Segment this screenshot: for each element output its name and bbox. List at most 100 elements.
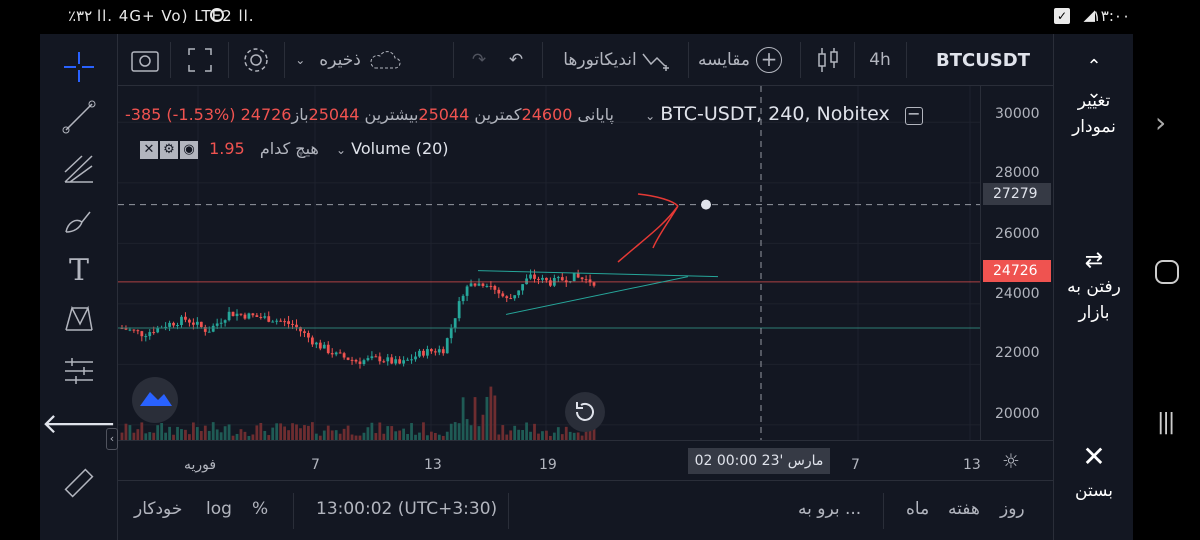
candle-body <box>271 321 275 323</box>
range-day-button[interactable]: روز <box>1000 499 1025 519</box>
chevron-right-icon[interactable]: › <box>1155 106 1166 139</box>
interval-button[interactable]: 4h <box>860 34 900 86</box>
goto-date-button[interactable]: برو به ... <box>798 499 861 519</box>
candle-body <box>310 337 314 345</box>
sun-icon[interactable]: ☼ <box>1002 449 1020 473</box>
auto-scale-button[interactable]: خودکار <box>134 499 182 519</box>
volume-bar <box>144 433 148 440</box>
volume-bar <box>386 426 390 440</box>
volume-bar <box>239 429 243 440</box>
range-month-button[interactable]: ماه <box>906 499 929 519</box>
volume-bar <box>469 425 473 440</box>
volume-bar <box>394 431 398 440</box>
right-panel: ⌃ ⌄ تغییر نمودار ⇄ رفتن به بازار ✕ بستن <box>1053 34 1133 540</box>
volume-value: 1.95 <box>209 139 245 158</box>
volume-chevron-icon[interactable]: ⌄ <box>336 143 346 157</box>
price-label: 30000 <box>995 106 1040 122</box>
save-button[interactable]: ⌄ ذخیره <box>288 34 408 86</box>
volume-bar <box>120 432 124 440</box>
candle-body <box>580 277 584 280</box>
candle-body <box>148 332 152 337</box>
close-icon[interactable]: ✕ <box>1054 443 1134 471</box>
time-axis[interactable]: فوریه 7 13 19 7 13 02 مارس '23 00:00 ☼ <box>118 440 1053 480</box>
brush-icon[interactable] <box>58 200 100 242</box>
collapse-handle-icon[interactable]: ‹ <box>106 428 118 450</box>
volume-bar <box>322 430 326 440</box>
indicators-button[interactable]: اندیکاتورها <box>552 34 682 86</box>
change-chart-button[interactable]: تغییر نمودار <box>1054 88 1134 140</box>
compare-label: مقایسه <box>698 50 750 70</box>
fullscreen-icon[interactable] <box>180 34 220 86</box>
candle-body <box>406 359 409 361</box>
compare-button[interactable]: مقایسه + <box>694 34 786 86</box>
volume-bar <box>299 428 302 440</box>
camera-icon[interactable] <box>126 34 164 86</box>
volume-bar <box>552 432 556 440</box>
volume-legend: ✕ ⚙ ◉ هیچ کدام 1.95 ⌄ Volume (20) <box>140 139 449 159</box>
volume-bar <box>465 419 469 440</box>
fib-icon[interactable] <box>58 148 100 190</box>
volume-bar <box>429 431 433 440</box>
remove-icon[interactable]: ✕ <box>140 140 158 159</box>
text-tool-icon[interactable]: T <box>58 249 100 291</box>
clock: ۱۳:۰۰ <box>1092 7 1130 25</box>
candle-body <box>457 301 461 319</box>
ohlc-legend: -385 (-1.53%) 24726 پایانی 24600کمترین 25… <box>125 103 923 125</box>
volume-bar <box>199 430 203 440</box>
back-arrow-icon[interactable]: 🡐 <box>41 402 116 444</box>
candle-body <box>489 285 493 287</box>
volume-bar <box>263 430 267 440</box>
candle-body <box>592 282 596 286</box>
candle-body <box>275 320 279 322</box>
settings-icon[interactable] <box>236 34 276 86</box>
percent-scale-button[interactable]: % <box>252 499 268 519</box>
candle-body <box>295 324 298 328</box>
range-week-button[interactable]: هفته <box>948 499 980 519</box>
symbol-button[interactable]: BTCUSDT <box>918 34 1048 86</box>
settings-small-icon[interactable]: ⚙ <box>160 140 178 159</box>
pattern-icon[interactable] <box>58 298 100 340</box>
candle-body <box>513 295 517 299</box>
go-market-button[interactable]: رفتن به بازار <box>1054 274 1134 326</box>
volume-bar <box>303 425 306 440</box>
volume-bar <box>568 431 572 440</box>
candle-body <box>374 356 378 358</box>
candle-body <box>477 283 481 286</box>
candle-body <box>314 342 318 345</box>
recents-icon[interactable]: ||| <box>1157 410 1175 435</box>
time-label: 13 <box>963 457 981 473</box>
volume-bar <box>334 430 338 440</box>
close-value: 24726 <box>240 105 292 124</box>
redo-icon[interactable]: ↷ <box>463 34 495 86</box>
trend-line-icon[interactable] <box>58 96 100 138</box>
volume-bar <box>215 429 219 440</box>
eye-icon[interactable]: ◉ <box>180 140 198 159</box>
log-scale-button[interactable]: log <box>206 499 232 519</box>
candle-body <box>556 277 560 279</box>
system-nav-bar: › ||| <box>1133 34 1200 540</box>
volume-bar <box>128 425 132 440</box>
legend-chevron-icon[interactable]: ⌄ <box>645 109 655 123</box>
volume-bar <box>243 431 247 440</box>
candle-body <box>215 323 219 326</box>
measure-icon[interactable] <box>58 350 100 392</box>
timezone-clock[interactable]: 13:00:02 (UTC+3:30) <box>316 499 497 519</box>
candle-body <box>537 278 540 280</box>
candle-body <box>493 286 497 290</box>
swap-icon[interactable]: ⇄ <box>1054 248 1134 274</box>
time-label: 19 <box>539 457 557 473</box>
close-button[interactable]: بستن <box>1054 478 1134 504</box>
candle-body <box>548 280 552 286</box>
ruler-icon[interactable] <box>58 462 100 504</box>
candles-icon[interactable] <box>808 34 848 86</box>
candle-body <box>247 313 251 319</box>
home-icon[interactable] <box>1155 260 1179 284</box>
price-axis[interactable]: 30000 28000 26000 24000 22000 20000 2727… <box>980 86 1053 440</box>
candle-body <box>235 313 239 317</box>
undo-icon[interactable]: ↶ <box>500 34 532 86</box>
collapse-icon[interactable]: − <box>904 105 923 125</box>
indicator-icon <box>642 53 669 71</box>
crosshair-icon[interactable] <box>58 46 100 88</box>
drawing-toolbar: T 🡐 <box>40 34 118 540</box>
chevron-down-icon: ⌄ <box>295 53 306 67</box>
